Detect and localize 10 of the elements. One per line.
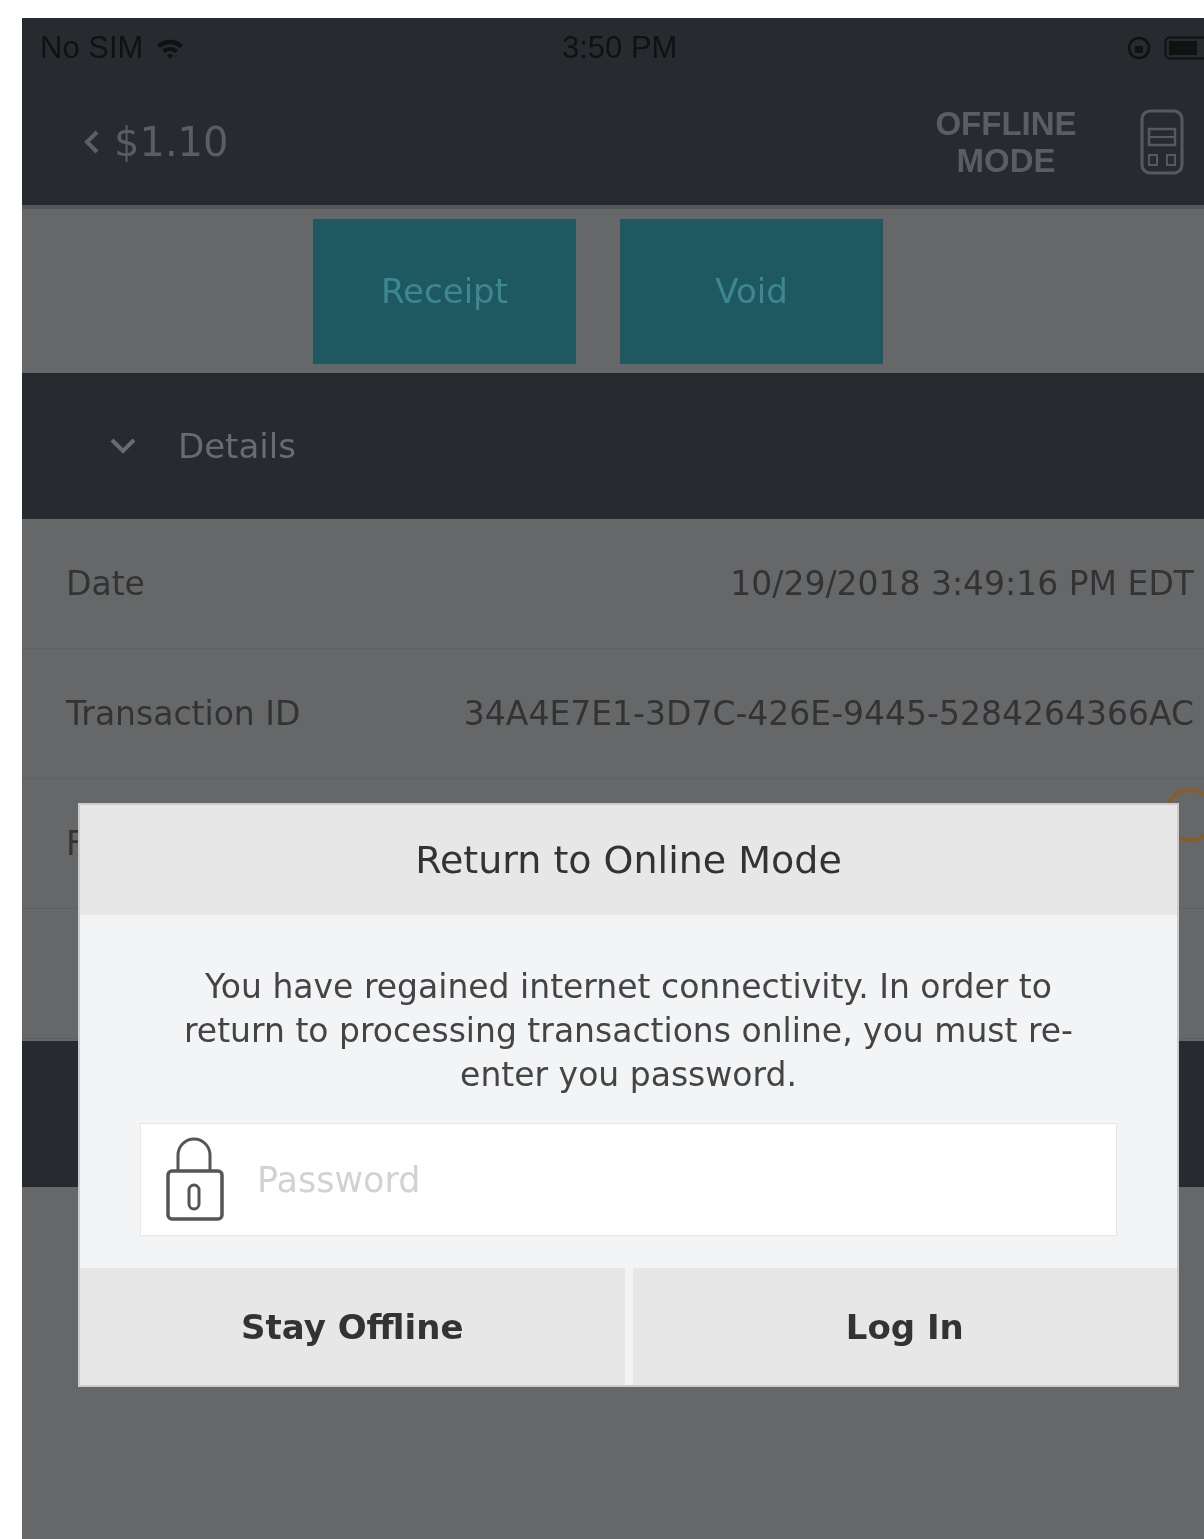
rotation-lock-icon xyxy=(1126,35,1152,61)
chevron-icon xyxy=(108,436,138,456)
card-reader-icon[interactable] xyxy=(1140,108,1184,175)
battery-icon xyxy=(1164,36,1204,60)
details-header[interactable]: Details xyxy=(22,373,1204,519)
details-title: Details xyxy=(178,426,296,466)
dialog-button[interactable]: Log In xyxy=(632,1268,1177,1385)
dialog-title: Return to Online Mode xyxy=(415,838,842,882)
dialog-message: You have regained internet connectivity. In order to return to processing transactions online, you must re-enter you password. xyxy=(183,966,1074,1096)
dialog-button[interactable]: Stay Offline xyxy=(80,1268,625,1385)
